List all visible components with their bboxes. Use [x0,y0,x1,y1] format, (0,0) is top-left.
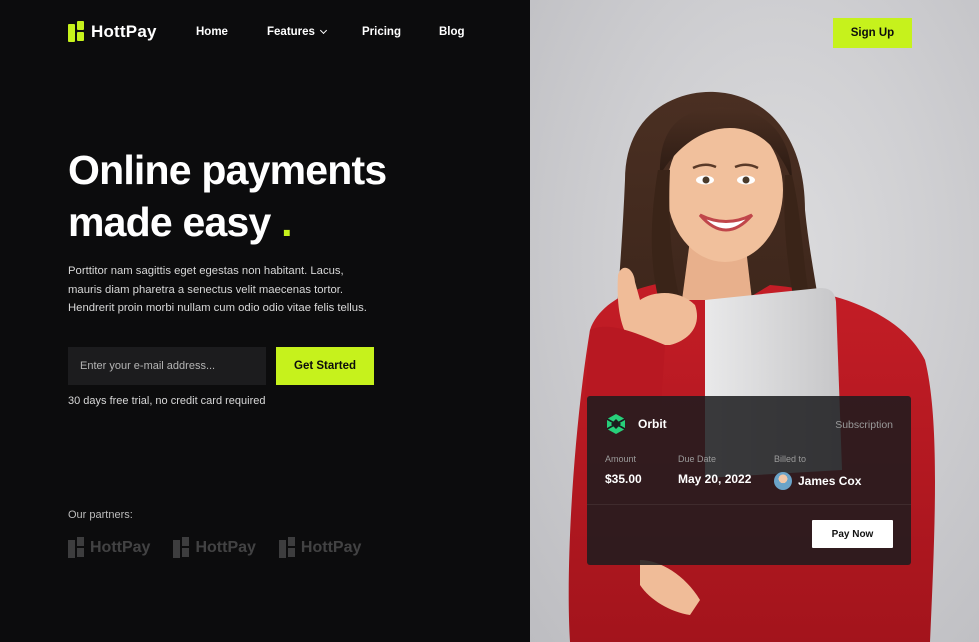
nav-home[interactable]: Home [196,26,228,38]
orbit-logo-icon [606,414,626,434]
card-company-name: Orbit [638,417,667,431]
card-billed-to: Billed to James Cox [774,454,861,490]
headline-line-2: made easy [68,199,271,245]
brand-logo[interactable]: HottPay [68,21,157,43]
hero-headline: Online payments made easy . [68,144,428,248]
pay-now-button[interactable]: Pay Now [812,520,893,548]
hottpay-logo-icon [173,537,190,559]
trial-note: 30 days free trial, no credit card requi… [68,395,266,407]
card-divider [587,504,911,505]
card-company: Orbit [605,413,667,435]
partners-label: Our partners: [68,509,133,521]
amount-value: $35.00 [605,472,642,486]
partner-name: HottPay [195,539,256,556]
email-input[interactable] [68,347,266,385]
partner-logo: HottPay [68,537,150,559]
hero-description: Porttitor nam sagittis eget egestas non … [68,265,367,314]
amount-label: Amount [605,454,637,464]
partner-logos: HottPay HottPay HottPay [68,537,361,559]
billed-to-label: Billed to [774,454,807,464]
partner-logo: HottPay [173,537,256,559]
payment-card: Orbit Subscription Amount $35.00 Due Dat… [587,396,911,565]
brand-name: HottPay [91,22,157,41]
signup-button[interactable]: Sign Up [833,18,912,48]
headline-accent-dot: . [281,199,292,245]
card-type: Subscription [835,419,893,431]
due-date-label: Due Date [678,454,717,464]
card-due-date: Due Date May 20, 2022 [678,454,751,486]
nav-features-label: Features [267,26,315,38]
partner-name: HottPay [90,539,151,556]
hottpay-logo-icon [68,21,85,43]
hottpay-logo-icon [68,537,85,559]
nav-features[interactable]: Features [267,26,327,38]
card-amount: Amount $35.00 [605,454,642,486]
partner-name: HottPay [300,539,362,556]
nav-blog[interactable]: Blog [439,26,465,38]
chevron-down-icon [319,26,327,35]
headline-line-1: Online payments [68,147,387,193]
due-date-value: May 20, 2022 [678,472,752,486]
hottpay-logo-icon [278,537,296,559]
partner-logo: HottPay [278,537,362,559]
billed-to-value: James Cox [774,472,861,490]
billed-to-name: James Cox [798,474,862,488]
get-started-button[interactable]: Get Started [276,347,374,385]
nav-pricing[interactable]: Pricing [362,26,401,38]
avatar [774,472,792,490]
